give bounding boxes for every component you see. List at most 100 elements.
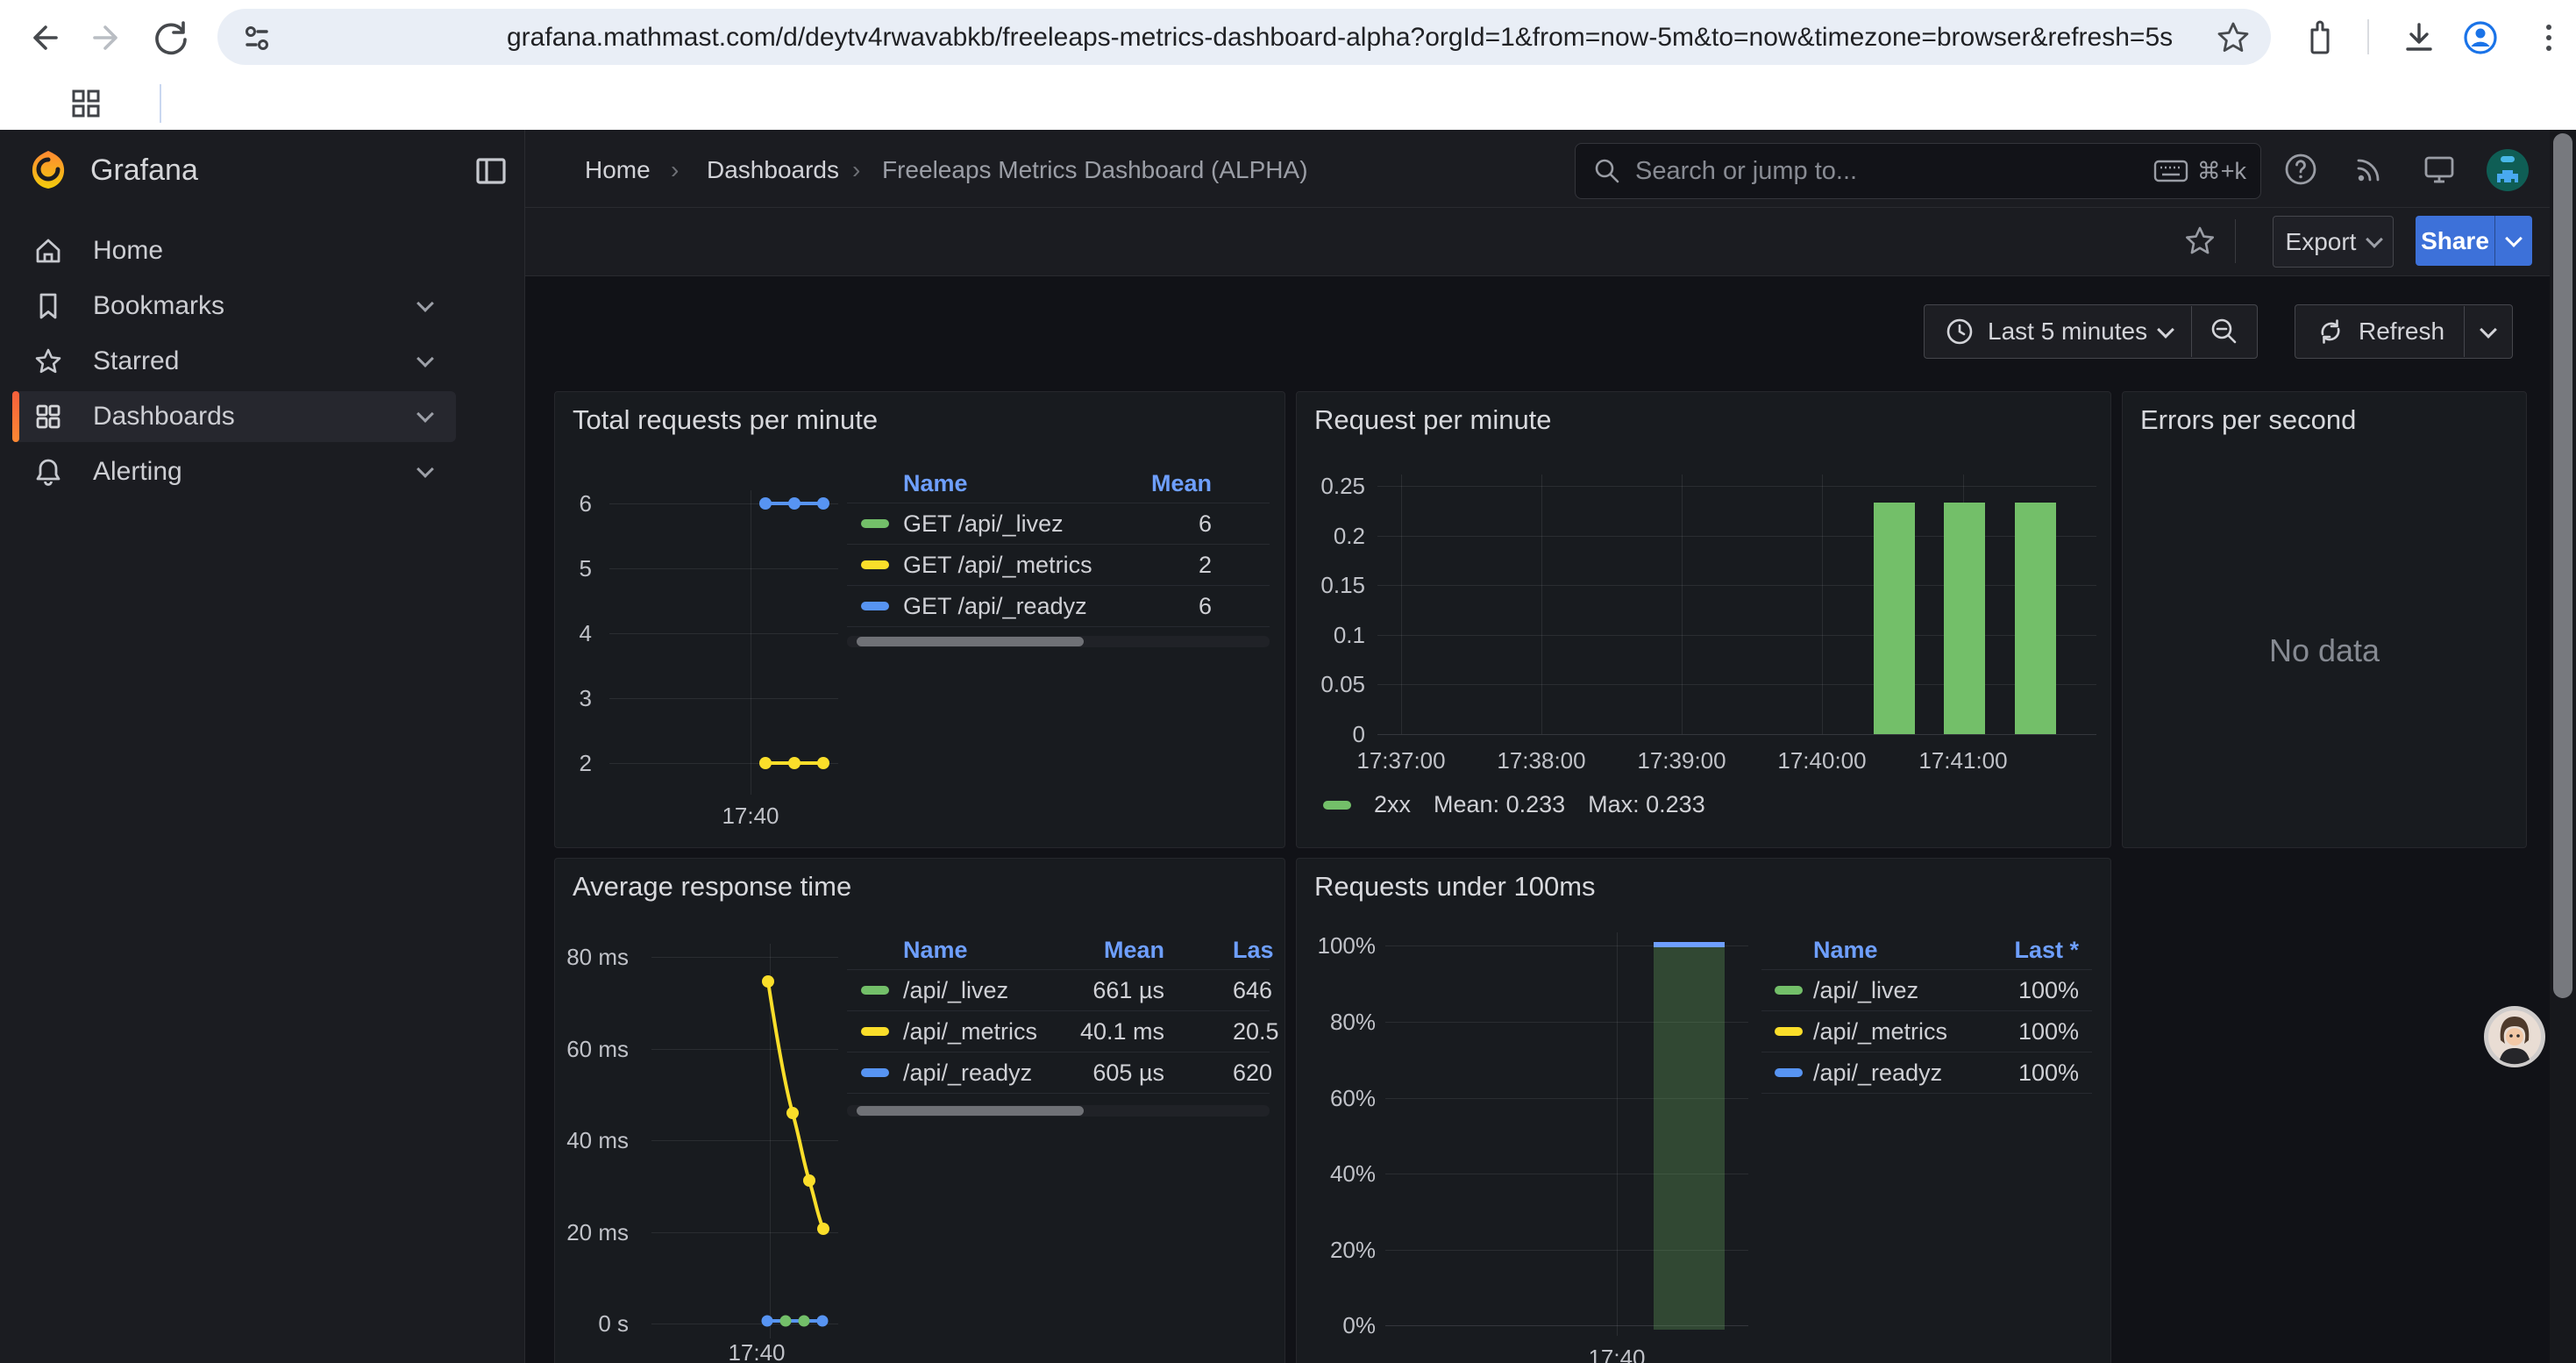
bar-2xx[interactable] bbox=[2015, 503, 2056, 734]
legend-header: Name Last * bbox=[1761, 931, 2092, 969]
export-button[interactable]: Export bbox=[2273, 216, 2394, 268]
browser-menu-icon[interactable] bbox=[2529, 18, 2569, 62]
site-settings-icon[interactable] bbox=[240, 21, 274, 59]
url-text: grafana.mathmast.com/d/deytv4rwavabkb/fr… bbox=[507, 23, 2173, 53]
legend-scrollbar-thumb[interactable] bbox=[857, 1106, 1084, 1116]
floating-assistant-avatar[interactable] bbox=[2483, 1005, 2546, 1068]
page-scrollbar[interactable] bbox=[2550, 130, 2576, 1363]
panel-title[interactable]: Errors per second bbox=[2140, 404, 2356, 436]
monitor-icon[interactable] bbox=[2420, 150, 2459, 193]
refresh-interval-button[interactable] bbox=[2465, 328, 2512, 336]
legend-row[interactable]: GET /api/_readyz 6 bbox=[847, 585, 1270, 627]
legend-col-last[interactable]: Las bbox=[1233, 937, 1274, 964]
series-name[interactable]: /api/_metrics bbox=[1813, 1018, 1947, 1045]
legend-row[interactable]: /api/_livez 100% bbox=[1761, 969, 2092, 1010]
legend-scrollbar-thumb[interactable] bbox=[857, 637, 1084, 646]
y-tick: 0.15 bbox=[1297, 574, 1365, 597]
series-name[interactable]: /api/_livez bbox=[1813, 977, 1918, 1004]
series-swatch bbox=[861, 1027, 889, 1036]
apps-grid-icon[interactable] bbox=[68, 86, 103, 125]
legend-col-name[interactable]: Name bbox=[903, 937, 968, 964]
bar-2xx[interactable] bbox=[1874, 503, 1915, 734]
y-tick: 40% bbox=[1297, 1162, 1376, 1186]
legend-row[interactable]: GET /api/_livez 6 bbox=[847, 503, 1270, 544]
refresh-group: Refresh bbox=[2295, 304, 2513, 359]
series-name[interactable]: GET /api/_livez bbox=[903, 510, 1064, 538]
series-name[interactable]: GET /api/_readyz bbox=[903, 593, 1087, 620]
user-avatar[interactable] bbox=[2485, 147, 2530, 197]
profile-icon[interactable] bbox=[2460, 18, 2501, 62]
sidebar-item-label: Dashboards bbox=[93, 402, 235, 432]
browser-toolbar: grafana.mathmast.com/d/deytv4rwavabkb/fr… bbox=[0, 0, 2576, 74]
legend-row[interactable]: /api/_readyz 100% bbox=[1761, 1052, 2092, 1094]
bookmark-star-icon[interactable] bbox=[2213, 18, 2253, 62]
legend-col-name[interactable]: Name bbox=[903, 470, 968, 497]
series-swatch bbox=[861, 986, 889, 995]
chevron-down-icon[interactable] bbox=[416, 350, 434, 368]
y-tick: 0 bbox=[1297, 723, 1365, 746]
sidebar-item-dashboards[interactable]: Dashboards bbox=[12, 391, 456, 442]
extension-icon[interactable] bbox=[2299, 18, 2339, 62]
legend-scrollbar[interactable] bbox=[847, 636, 1270, 647]
legend-scrollbar[interactable] bbox=[847, 1105, 1270, 1117]
refresh-button[interactable]: Refresh bbox=[2295, 316, 2464, 347]
grafana-logo[interactable] bbox=[26, 147, 70, 196]
help-icon[interactable] bbox=[2281, 150, 2320, 193]
sidebar-item-bookmarks[interactable]: Bookmarks bbox=[12, 281, 456, 332]
news-rss-icon[interactable] bbox=[2350, 150, 2388, 193]
series-name[interactable]: /api/_livez bbox=[903, 977, 1008, 1004]
forward-icon[interactable] bbox=[88, 18, 128, 62]
series-name[interactable]: /api/_readyz bbox=[903, 1060, 1032, 1087]
series-max: Max: 0.233 bbox=[1588, 791, 1705, 818]
search-input[interactable]: Search or jump to... ⌘+k bbox=[1575, 143, 2261, 199]
chevron-down-icon[interactable] bbox=[416, 460, 434, 478]
legend-row[interactable]: /api/_livez 661 µs 646 bbox=[847, 969, 1270, 1010]
series-name[interactable]: /api/_metrics bbox=[903, 1018, 1037, 1045]
legend-col-name[interactable]: Name bbox=[1813, 937, 1878, 964]
bar-2xx[interactable] bbox=[1944, 503, 1985, 734]
panel-title[interactable]: Request per minute bbox=[1314, 404, 1552, 436]
series-last: 100% bbox=[2018, 1060, 2079, 1087]
zoom-out-icon bbox=[2208, 315, 2241, 348]
zoom-out-button[interactable] bbox=[2192, 315, 2257, 348]
reload-icon[interactable] bbox=[151, 18, 191, 62]
legend-col-mean[interactable]: Mean bbox=[1077, 937, 1164, 964]
legend-col-last[interactable]: Last * bbox=[2014, 937, 2079, 964]
favorite-star-icon[interactable] bbox=[2181, 223, 2218, 264]
series-name[interactable]: /api/_readyz bbox=[1813, 1060, 1942, 1087]
breadcrumb-dashboards[interactable]: Dashboards bbox=[707, 156, 839, 184]
page-scrollbar-thumb[interactable] bbox=[2553, 133, 2572, 998]
share-menu-button[interactable] bbox=[2494, 216, 2532, 266]
panel-title[interactable]: Requests under 100ms bbox=[1314, 871, 1596, 903]
chevron-down-icon[interactable] bbox=[416, 295, 434, 312]
legend-row[interactable]: GET /api/_metrics 2 bbox=[847, 544, 1270, 585]
legend-col-mean[interactable]: Mean bbox=[1151, 470, 1212, 497]
series-mean: 6 bbox=[1199, 593, 1212, 620]
legend-row[interactable]: /api/_readyz 605 µs 620 bbox=[847, 1052, 1270, 1094]
series-name[interactable]: 2xx bbox=[1374, 791, 1411, 818]
breadcrumb-current: Freeleaps Metrics Dashboard (ALPHA) bbox=[882, 156, 1308, 184]
time-range-picker[interactable]: Last 5 minutes bbox=[1925, 316, 2191, 347]
sidebar-toggle-icon[interactable] bbox=[476, 158, 506, 189]
legend-row[interactable]: /api/_metrics 40.1 ms 20.5 r bbox=[847, 1010, 1270, 1052]
active-indicator bbox=[12, 391, 19, 442]
bar-under-100ms[interactable] bbox=[1654, 945, 1725, 1330]
legend-row[interactable]: /api/_metrics 100% bbox=[1761, 1010, 2092, 1052]
chevron-down-icon bbox=[2480, 321, 2497, 339]
share-button[interactable]: Share bbox=[2416, 216, 2494, 266]
sidebar-item-home[interactable]: Home bbox=[12, 225, 456, 276]
series-swatch bbox=[1775, 986, 1803, 995]
time-range-label: Last 5 minutes bbox=[1988, 318, 2147, 346]
gridline bbox=[1822, 475, 1823, 734]
refresh-icon bbox=[2315, 316, 2346, 347]
chevron-down-icon[interactable] bbox=[416, 405, 434, 423]
sidebar-item-alerting[interactable]: Alerting bbox=[12, 446, 456, 497]
series-name[interactable]: GET /api/_metrics bbox=[903, 552, 1092, 579]
y-tick: 0% bbox=[1297, 1314, 1376, 1338]
back-icon[interactable] bbox=[23, 18, 63, 62]
browser-chrome: grafana.mathmast.com/d/deytv4rwavabkb/fr… bbox=[0, 0, 2576, 130]
breadcrumb-home[interactable]: Home bbox=[585, 156, 651, 184]
url-bar[interactable]: grafana.mathmast.com/d/deytv4rwavabkb/fr… bbox=[217, 9, 2271, 65]
sidebar-item-starred[interactable]: Starred bbox=[12, 336, 456, 387]
download-icon[interactable] bbox=[2399, 18, 2439, 62]
